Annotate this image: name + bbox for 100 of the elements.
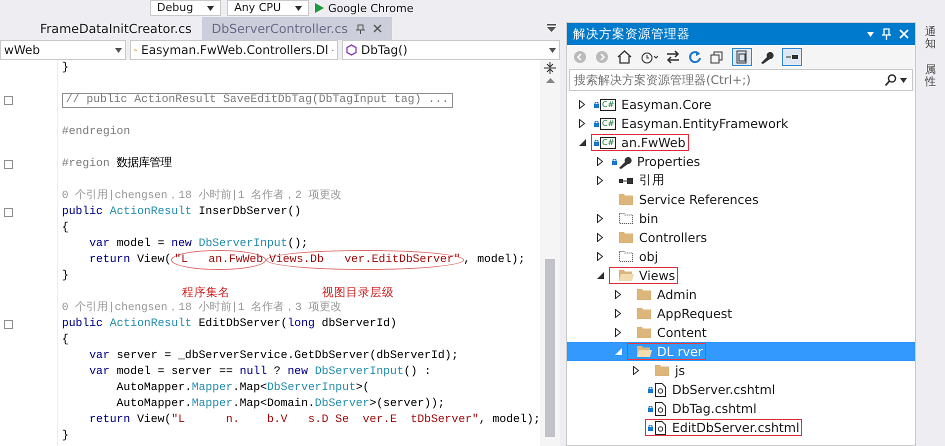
tree-row[interactable]: obj	[567, 247, 915, 266]
panel-title: 解决方案资源管理器	[573, 26, 691, 42]
home-icon[interactable]	[617, 50, 632, 64]
tree-row[interactable]: C# Easyman.Core	[567, 95, 915, 114]
tree-item[interactable]: obj	[609, 248, 662, 265]
marked-item[interactable]: Views	[609, 267, 678, 284]
outline-collapse-icon[interactable]	[4, 208, 13, 217]
scroll-up-icon[interactable]	[546, 78, 555, 83]
configuration-dropdown[interactable]: Debug	[150, 0, 222, 16]
caret-icon[interactable]	[900, 78, 907, 82]
type-dropdown[interactable]: Easyman.FwWeb.Controllers.Dl	[130, 40, 338, 60]
csharp-project-icon: C#	[600, 98, 616, 110]
tree-row[interactable]: js	[567, 361, 915, 380]
collapsed-arrow-icon[interactable]	[597, 214, 603, 223]
caret-icon[interactable]	[207, 6, 214, 10]
tree-row[interactable]: bin	[567, 209, 915, 228]
caret-icon[interactable]	[549, 48, 556, 52]
collapsed-arrow-icon[interactable]	[615, 309, 621, 318]
search-icon[interactable]	[884, 74, 897, 86]
tree-item[interactable]: DbTag.cshtml	[645, 400, 760, 417]
tree-item[interactable]: Properties	[609, 153, 704, 170]
project-dropdown[interactable]: wWeb	[0, 40, 126, 60]
open-folder-icon	[636, 345, 652, 358]
search-field[interactable]: 搜索解决方案资源管理器(Ctrl+;)	[569, 69, 913, 91]
clock-icon[interactable]	[640, 50, 658, 64]
tree-row[interactable]: Service References	[567, 190, 915, 209]
collapsed-arrow-icon[interactable]	[597, 176, 603, 185]
open-folder-icon	[618, 269, 634, 282]
tree-row[interactable]: AppRequest	[567, 304, 915, 323]
tree-row[interactable]: 引用	[567, 171, 915, 190]
collapsed-arrow-icon[interactable]	[615, 328, 621, 337]
tree-row[interactable]: Controllers	[567, 228, 915, 247]
side-tab[interactable]: 属性	[924, 64, 936, 88]
dropdown-icon[interactable]	[866, 32, 874, 36]
sync-icon[interactable]	[666, 50, 680, 64]
tab-overflow-icon[interactable]	[547, 24, 556, 32]
tree-item[interactable]: js	[645, 362, 688, 379]
collapsed-arrow-icon[interactable]	[597, 157, 603, 166]
run-button[interactable]: Google Chrome	[315, 2, 414, 14]
refresh-icon[interactable]	[688, 50, 702, 64]
collapsed-arrow-icon[interactable]	[597, 252, 603, 261]
document-tab[interactable]: FrameDataInitCreator.cs	[30, 17, 202, 40]
code-line: return View("L n. b.V s.D Se ver.E tDbServer", model);	[88, 412, 540, 428]
wrench-icon[interactable]	[760, 50, 774, 64]
tree-item[interactable]: bin	[609, 210, 662, 227]
razor-file-icon	[654, 420, 667, 434]
folder-icon	[636, 288, 652, 301]
outline-collapse-icon[interactable]	[4, 96, 13, 105]
close-icon[interactable]	[372, 24, 382, 33]
pin-icon[interactable]	[356, 24, 365, 34]
tree-row[interactable]: Content	[567, 323, 915, 342]
tree-item[interactable]: Admin	[627, 286, 700, 303]
collapsed-arrow-icon[interactable]	[579, 119, 585, 128]
preview-icon[interactable]	[782, 48, 802, 66]
platform-dropdown[interactable]: Any CPU	[227, 0, 310, 16]
collapse-all-icon[interactable]	[710, 50, 724, 64]
method-icon	[346, 44, 357, 56]
side-tab[interactable]: 通知	[924, 26, 936, 50]
split-icon[interactable]	[544, 62, 556, 74]
caret-icon[interactable]	[115, 48, 122, 52]
tree-item[interactable]: C# Easyman.EntityFramework	[591, 115, 792, 132]
tree-row[interactable]: C# Easyman.EntityFramework	[567, 114, 915, 133]
tree-item[interactable]: C# Easyman.Core	[591, 96, 714, 113]
tree-item[interactable]: Controllers	[609, 229, 710, 246]
collapsed-arrow-icon[interactable]	[633, 366, 639, 375]
tree-row[interactable]: EditDbServer.cshtml	[567, 418, 915, 437]
code-text: }	[62, 428, 69, 444]
code-line: var model = server == null ? new DbServerInput() :	[88, 364, 432, 380]
references-icon	[618, 176, 634, 184]
outline-collapse-icon[interactable]	[4, 320, 13, 329]
expanded-arrow-icon[interactable]	[596, 272, 604, 279]
circled-text: Views.Db ver.EditDbServer"	[266, 250, 464, 270]
tree-item[interactable]: Content	[627, 324, 710, 341]
collapsed-arrow-icon[interactable]	[579, 100, 585, 109]
tree-row[interactable]: Properties	[567, 152, 915, 171]
annotation-label: 程序集名	[182, 284, 230, 300]
code-text: #endregion	[62, 124, 130, 140]
marked-item[interactable]: C# an.FwWeb	[591, 134, 689, 151]
razor-file-icon	[654, 402, 667, 416]
member-dropdown[interactable]: DbTag()	[342, 40, 560, 60]
tree-item[interactable]: 引用	[609, 171, 668, 190]
tree-row[interactable]: Views	[567, 266, 915, 285]
scrollbar-thumb[interactable]	[545, 259, 556, 437]
folder-icon	[636, 307, 652, 320]
caret-icon[interactable]	[295, 6, 302, 10]
tree-item[interactable]: AppRequest	[627, 305, 736, 322]
show-all-files-icon[interactable]	[732, 48, 752, 66]
tree-row[interactable]: C# an.FwWeb	[567, 133, 915, 152]
tree-row[interactable]: Admin	[567, 285, 915, 304]
tree-row[interactable]: DbServer.cshtml	[567, 380, 915, 399]
tree-item[interactable]: DbServer.cshtml	[645, 381, 778, 398]
code-line: AutoMapper.Mapper.Map<DbServerInput>(	[116, 380, 370, 396]
outline-collapse-icon[interactable]	[4, 160, 13, 169]
tree-item[interactable]: Service References	[609, 191, 762, 208]
tree-row[interactable]: DbTag.cshtml	[567, 399, 915, 418]
collapsed-arrow-icon[interactable]	[597, 233, 603, 242]
marked-item[interactable]: EditDbServer.cshtml	[645, 419, 802, 436]
code-text: , model);	[464, 252, 526, 268]
collapsed-arrow-icon[interactable]	[615, 290, 621, 299]
expanded-arrow-icon[interactable]	[578, 139, 586, 146]
